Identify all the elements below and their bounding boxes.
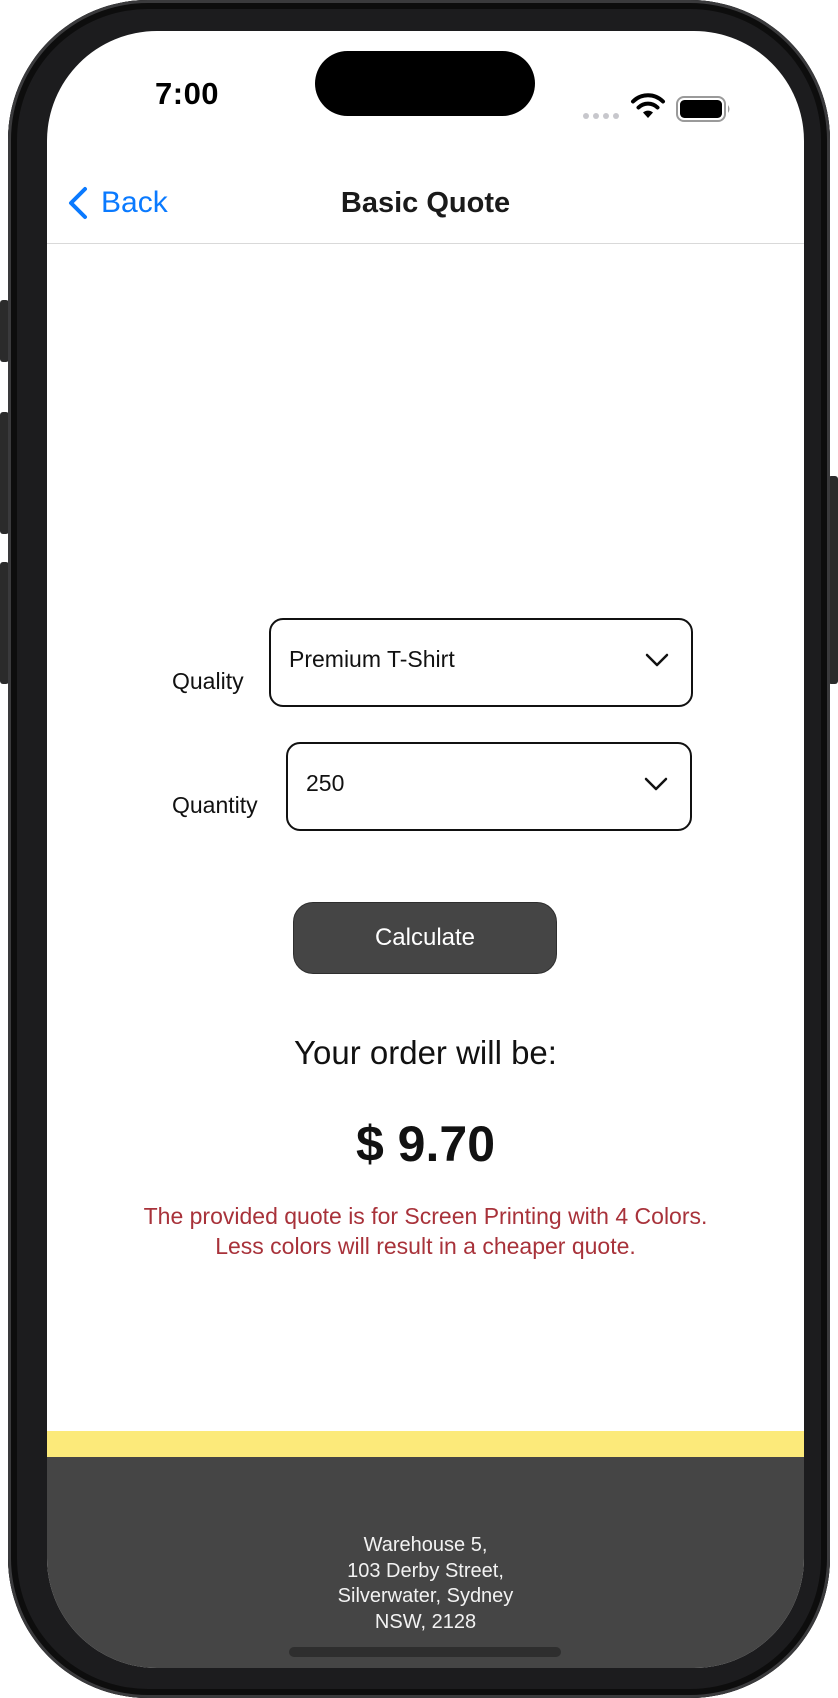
chevron-down-icon — [644, 777, 668, 791]
quote-price: $ 9.70 — [355, 1116, 495, 1172]
wifi-icon — [631, 93, 665, 118]
quality-label: Quality — [172, 668, 244, 694]
status-time: 7:00 — [155, 76, 220, 111]
address-line-1: Warehouse 5, — [363, 1534, 488, 1556]
navigation-bar: Back Basic Quote — [47, 151, 804, 244]
quantity-label: Quantity — [172, 792, 258, 818]
calculate-button[interactable]: Calculate — [293, 902, 557, 974]
chevron-down-icon — [645, 653, 669, 667]
footer: Warehouse 5, 103 Derby Street, Silverwat… — [47, 1457, 804, 1668]
screen: 7:00 Back Basic Quote Quality Premium T-… — [47, 31, 804, 1668]
address-line-4: NSW, 2128 — [374, 1610, 477, 1633]
home-indicator[interactable] — [289, 1647, 561, 1657]
battery-icon — [676, 96, 730, 122]
quality-selected-value: Premium T-Shirt — [289, 646, 455, 672]
quote-note-line-2: Less colors will result in a cheaper quo… — [215, 1233, 636, 1259]
quality-select[interactable]: Premium T-Shirt — [269, 618, 693, 707]
address-line-2: 103 Derby Street, — [347, 1559, 504, 1582]
device-body: 7:00 Back Basic Quote Quality Premium T-… — [8, 0, 830, 1698]
address: Warehouse 5, 103 Derby Street, Silverwat… — [47, 1533, 804, 1635]
quantity-select[interactable]: 250 — [286, 742, 692, 831]
phone-frame: 7:00 Back Basic Quote Quality Premium T-… — [0, 0, 838, 1698]
quote-note-line-1: The provided quote is for Screen Printin… — [143, 1203, 708, 1229]
quantity-selected-value: 250 — [306, 770, 345, 796]
order-heading: Your order will be: — [294, 1034, 557, 1071]
dynamic-island — [315, 51, 535, 116]
quote-note: The provided quote is for Screen Printin… — [77, 1201, 774, 1261]
footer-accent-stripe — [47, 1431, 804, 1457]
signal-icon — [583, 110, 623, 120]
address-line-3: Silverwater, Sydney — [337, 1585, 514, 1607]
page-title: Basic Quote — [340, 187, 511, 219]
